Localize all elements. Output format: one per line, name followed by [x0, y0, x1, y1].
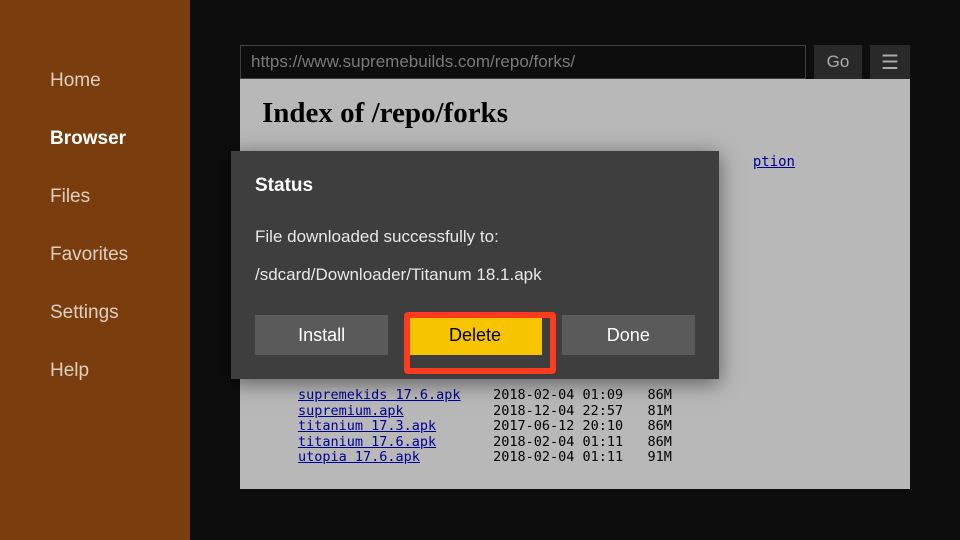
description-link-fragment[interactable]: ption: [753, 154, 795, 170]
delete-button[interactable]: Delete: [408, 315, 541, 355]
go-button-label: Go: [827, 52, 850, 72]
url-bar-row: Go ☰: [240, 45, 910, 79]
file-link[interactable]: supremekids 17.6.apk: [298, 387, 461, 403]
url-input[interactable]: [240, 45, 806, 79]
install-button[interactable]: Install: [255, 315, 388, 355]
file-link[interactable]: titanium 17.3.apk: [298, 418, 436, 434]
dialog-title: Status: [255, 175, 695, 197]
file-link[interactable]: supremium.apk: [298, 403, 404, 419]
sidebar-item-browser[interactable]: Browser: [0, 110, 190, 168]
sidebar-item-favorites[interactable]: Favorites: [0, 226, 190, 284]
done-button-label: Done: [607, 325, 650, 346]
sidebar-item-label: Browser: [50, 128, 126, 149]
sidebar-item-help[interactable]: Help: [0, 342, 190, 400]
sidebar: Home Browser Files Favorites Settings He…: [0, 0, 190, 540]
sidebar-item-label: Home: [50, 70, 101, 91]
sidebar-item-label: Favorites: [50, 244, 128, 265]
dialog-file-path: /sdcard/Downloader/Titanum 18.1.apk: [255, 265, 695, 285]
status-dialog: Status File downloaded successfully to: …: [231, 151, 719, 379]
install-button-label: Install: [298, 325, 345, 346]
sidebar-item-settings[interactable]: Settings: [0, 284, 190, 342]
sidebar-item-files[interactable]: Files: [0, 168, 190, 226]
sidebar-item-label: Files: [50, 186, 90, 207]
sidebar-item-label: Settings: [50, 302, 119, 323]
sidebar-item-home[interactable]: Home: [0, 52, 190, 110]
go-button[interactable]: Go: [814, 45, 862, 79]
hamburger-icon: ☰: [881, 50, 899, 75]
sidebar-item-label: Help: [50, 360, 89, 381]
file-link[interactable]: titanium 17.6.apk: [298, 434, 436, 450]
hamburger-menu-button[interactable]: ☰: [870, 45, 910, 79]
directory-listing: supremekids 17.6.apk 2018-02-04 01:09 86…: [298, 388, 672, 466]
dialog-message: File downloaded successfully to:: [255, 227, 695, 247]
done-button[interactable]: Done: [562, 315, 695, 355]
delete-button-label: Delete: [449, 325, 501, 346]
page-heading: Index of /repo/forks: [262, 97, 888, 130]
file-link[interactable]: utopia 17.6.apk: [298, 449, 420, 465]
dialog-button-row: Install Delete Done: [255, 315, 695, 355]
